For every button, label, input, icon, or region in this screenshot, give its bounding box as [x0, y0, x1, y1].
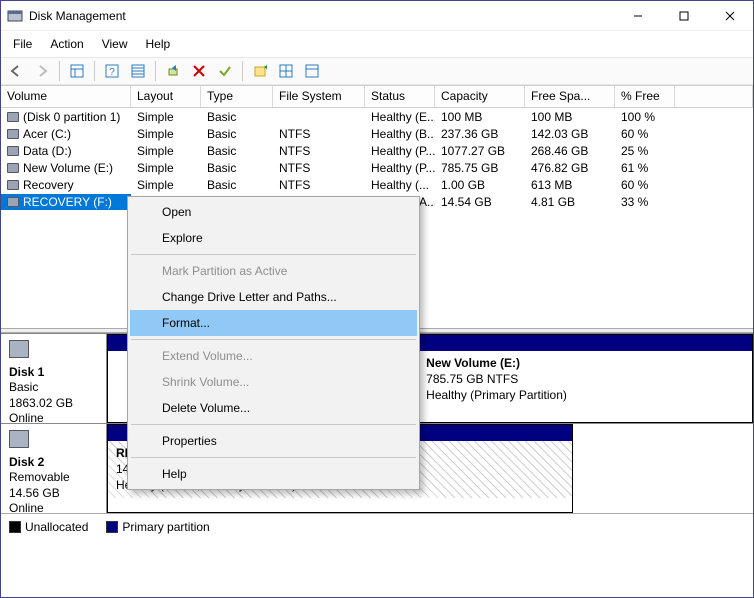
cm-format[interactable]: Format...: [130, 310, 417, 336]
partition-status: Healthy (Primary Partition): [426, 388, 567, 402]
col-filesystem[interactable]: File System: [273, 86, 365, 107]
menubar: File Action View Help: [1, 31, 753, 57]
legend-primary: Primary partition: [106, 520, 209, 534]
toolbar: ? ✶: [1, 57, 753, 85]
col-spacer: [675, 86, 753, 107]
disk2-label[interactable]: Disk 2 Removable 14.56 GB Online: [1, 424, 107, 513]
volume-row[interactable]: New Volume (E:)SimpleBasicNTFSHealthy (P…: [1, 159, 753, 176]
col-status[interactable]: Status: [365, 86, 435, 107]
disk2-name: Disk 2: [9, 455, 98, 471]
volume-row[interactable]: Acer (C:)SimpleBasicNTFSHealthy (B...237…: [1, 125, 753, 142]
disk1-label[interactable]: Disk 1 Basic 1863.02 GB Online: [1, 334, 107, 423]
titlebar: Disk Management: [1, 1, 753, 31]
grid-header: Volume Layout Type File System Status Ca…: [1, 86, 753, 108]
disk1-name: Disk 1: [9, 365, 98, 381]
cm-help[interactable]: Help: [130, 461, 417, 487]
volume-row[interactable]: Data (D:)SimpleBasicNTFSHealthy (P...107…: [1, 142, 753, 159]
volume-row[interactable]: (Disk 0 partition 1)SimpleBasicHealthy (…: [1, 108, 753, 125]
delete-icon[interactable]: [188, 60, 210, 82]
disk1-type: Basic: [9, 380, 38, 394]
col-type[interactable]: Type: [201, 86, 273, 107]
legend: Unallocated Primary partition: [1, 513, 753, 540]
window-title: Disk Management: [29, 9, 126, 23]
refresh-icon[interactable]: [162, 60, 184, 82]
toolbar-panes-icon[interactable]: [66, 60, 88, 82]
disk2-size: 14.56 GB: [9, 486, 60, 500]
col-layout[interactable]: Layout: [131, 86, 201, 107]
context-menu: Open Explore Mark Partition as Active Ch…: [127, 196, 420, 490]
disk1-partition-newvolume[interactable]: New Volume (E:) 785.75 GB NTFS Healthy (…: [417, 334, 753, 423]
partition-title: New Volume (E:): [426, 356, 520, 370]
col-capacity[interactable]: Capacity: [435, 86, 525, 107]
col-volume[interactable]: Volume: [1, 86, 131, 107]
cm-change-letter[interactable]: Change Drive Letter and Paths...: [130, 284, 417, 310]
cm-properties[interactable]: Properties: [130, 428, 417, 454]
help-icon[interactable]: ?: [101, 60, 123, 82]
menu-file[interactable]: File: [5, 33, 40, 55]
disk2-state: Online: [9, 501, 44, 515]
cm-extend: Extend Volume...: [130, 343, 417, 369]
minimize-button[interactable]: [615, 1, 661, 31]
volume-row[interactable]: RecoverySimpleBasicNTFSHealthy (...1.00 …: [1, 176, 753, 193]
menu-action[interactable]: Action: [42, 33, 91, 55]
app-icon: [7, 8, 23, 24]
cm-delete[interactable]: Delete Volume...: [130, 395, 417, 421]
cm-explore[interactable]: Explore: [130, 225, 417, 251]
svg-text:?: ?: [109, 67, 115, 78]
disk2-type: Removable: [9, 470, 70, 484]
col-pctfree[interactable]: % Free: [615, 86, 675, 107]
cm-mark-active: Mark Partition as Active: [130, 258, 417, 284]
disk-icon: [9, 430, 29, 448]
disk1-size: 1863.02 GB: [9, 396, 73, 410]
check-icon[interactable]: [214, 60, 236, 82]
back-button[interactable]: [5, 60, 27, 82]
disk2-empty: [573, 424, 753, 513]
toolbar-list-icon[interactable]: [127, 60, 149, 82]
toolbar-grid-icon[interactable]: [275, 60, 297, 82]
menu-view[interactable]: View: [94, 33, 136, 55]
close-button[interactable]: [707, 1, 753, 31]
new-item-icon[interactable]: ✶: [249, 60, 271, 82]
forward-button[interactable]: [31, 60, 53, 82]
menu-help[interactable]: Help: [138, 33, 179, 55]
svg-text:✶: ✶: [263, 64, 267, 72]
cm-open[interactable]: Open: [130, 199, 417, 225]
cm-shrink: Shrink Volume...: [130, 369, 417, 395]
disk-icon: [9, 340, 29, 358]
toolbar-detail-icon[interactable]: [301, 60, 323, 82]
col-freespace[interactable]: Free Spa...: [525, 86, 615, 107]
legend-unallocated: Unallocated: [9, 520, 88, 534]
partition-size: 785.75 GB NTFS: [426, 372, 518, 386]
maximize-button[interactable]: [661, 1, 707, 31]
